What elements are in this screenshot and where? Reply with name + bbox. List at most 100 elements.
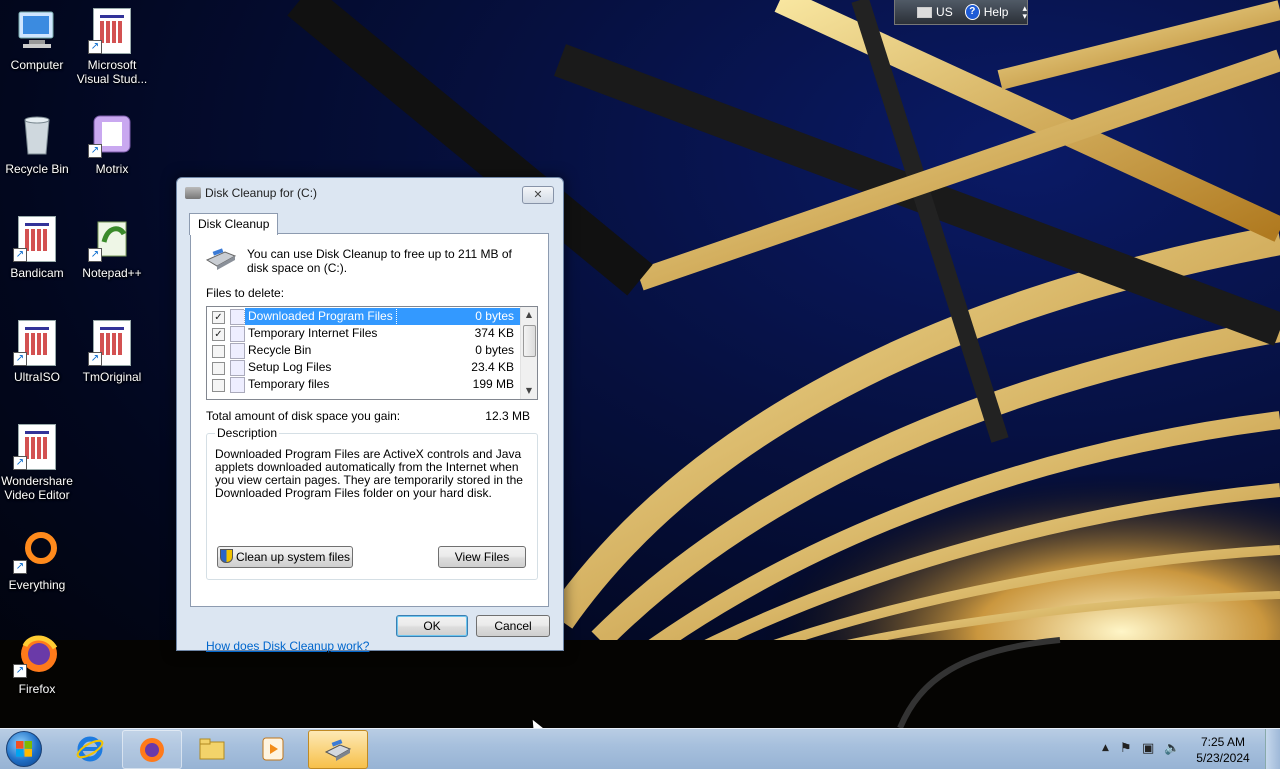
taskbar-internet-explorer[interactable] xyxy=(61,730,119,767)
file-category-name: Temporary Internet Files xyxy=(248,326,378,340)
file-category-size: 374 KB xyxy=(474,326,514,340)
scroll-up-icon[interactable]: ▲ xyxy=(521,307,537,323)
clean-up-system-files-button[interactable]: Clean up system files xyxy=(217,546,353,568)
desktop-icon-bandicam[interactable]: ↗ Bandicam xyxy=(0,216,74,280)
files-to-delete-list[interactable]: ✓ Downloaded Program Files 0 bytes ✓ Tem… xyxy=(206,306,538,400)
document-shortcut-icon: ↗ xyxy=(13,424,59,470)
scroll-thumb[interactable] xyxy=(523,325,536,357)
disk-cleanup-icon xyxy=(185,187,201,199)
list-item[interactable]: ✓ Downloaded Program Files 0 bytes xyxy=(207,307,520,326)
internet-files-icon xyxy=(230,326,245,342)
network-icon[interactable]: ▣ xyxy=(1142,741,1154,756)
show-hidden-icons-icon[interactable]: ▲ xyxy=(1102,743,1109,753)
dialog-titlebar[interactable]: Disk Cleanup for (C:) xyxy=(177,178,563,208)
desktop-icon-computer[interactable]: Computer xyxy=(0,8,74,72)
intro-text: You can use Disk Cleanup to free up to 2… xyxy=(247,247,512,275)
desktop-icon-visual-studio[interactable]: ↗ Microsoft Visual Stud... xyxy=(75,8,149,86)
desktop-icon-label: Bandicam xyxy=(10,266,64,280)
desktop-icon-tmoriginal[interactable]: ↗ TmOriginal xyxy=(75,320,149,384)
desktop-icon-label: Notepad++ xyxy=(82,266,142,280)
file-category-size: 199 MB xyxy=(472,377,514,391)
language-bar-help[interactable]: Help xyxy=(984,5,1009,19)
file-checkbox[interactable] xyxy=(212,362,225,375)
firefox-icon: ↗ xyxy=(13,632,59,678)
file-checkbox[interactable] xyxy=(212,379,225,392)
notepad-plus-plus-icon: ↗ xyxy=(88,216,134,262)
file-checkbox[interactable]: ✓ xyxy=(212,328,225,341)
file-icon xyxy=(230,360,245,376)
list-scrollbar[interactable]: ▲ ▼ xyxy=(520,307,537,399)
desktop-icon-label: Computer xyxy=(10,58,64,72)
uac-shield-icon xyxy=(219,549,233,563)
desktop-icon-recycle-bin[interactable]: Recycle Bin xyxy=(0,112,74,176)
desktop-icon-label: Recycle Bin xyxy=(5,162,69,176)
total-gain-value: 12.3 MB xyxy=(485,409,530,423)
system-tray: ▲ ⚑ ▣ 🔈 7:25 AM 5/23/2024 xyxy=(1090,729,1280,769)
clock-time: 7:25 AM xyxy=(1200,735,1246,749)
ok-button[interactable]: OK xyxy=(396,615,468,637)
close-button[interactable]: ✕ xyxy=(522,186,554,204)
description-legend: Description xyxy=(215,426,280,440)
keyboard-icon xyxy=(917,6,933,18)
desktop-icon-motrix[interactable]: ↗ Motrix xyxy=(75,112,149,176)
media-player-icon xyxy=(262,737,284,761)
recycle-bin-icon xyxy=(230,343,245,359)
tab-disk-cleanup[interactable]: Disk Cleanup xyxy=(189,213,279,235)
file-category-size: 0 bytes xyxy=(475,343,514,357)
desktop-icon-label: Firefox xyxy=(18,682,56,696)
recycle-bin-icon xyxy=(15,112,59,156)
file-checkbox[interactable]: ✓ xyxy=(212,311,225,324)
help-icon[interactable]: ? xyxy=(964,4,980,20)
view-files-button[interactable]: View Files xyxy=(438,546,526,568)
language-indicator[interactable]: US xyxy=(936,5,953,19)
show-desktop-button[interactable] xyxy=(1265,729,1280,769)
desktop-icon-everything[interactable]: ↗ Everything xyxy=(0,528,74,592)
desktop-icon-label: Microsoft Visual Stud... xyxy=(76,58,148,86)
dialog-title: Disk Cleanup for (C:) xyxy=(205,186,318,200)
file-category-size: 0 bytes xyxy=(475,309,514,323)
scroll-down-icon[interactable]: ▼ xyxy=(521,383,537,399)
disk-cleanup-icon xyxy=(324,739,352,761)
language-bar-options-icon[interactable]: ▴ ▾ xyxy=(1022,4,1027,21)
list-item[interactable]: Temporary files 199 MB xyxy=(207,376,520,393)
total-gain-label: Total amount of disk space you gain: xyxy=(206,409,401,423)
file-category-name: Temporary files xyxy=(248,377,330,391)
desktop-icon-wondershare[interactable]: ↗ Wondershare Video Editor xyxy=(0,424,74,502)
help-link[interactable]: How does Disk Cleanup work? xyxy=(206,639,369,653)
internet-explorer-icon xyxy=(76,736,104,762)
clock-date: 5/23/2024 xyxy=(1196,751,1250,765)
firefox-icon xyxy=(140,738,164,762)
taskbar-firefox[interactable] xyxy=(122,730,182,769)
description-text: Downloaded Program Files are ActiveX con… xyxy=(215,447,523,500)
file-icon xyxy=(230,377,245,393)
list-item[interactable]: ✓ Temporary Internet Files 374 KB xyxy=(207,325,520,342)
cancel-button[interactable]: Cancel xyxy=(476,615,550,637)
document-shortcut-icon: ↗ xyxy=(13,216,59,262)
language-bar[interactable]: US ? Help ▴ ▾ xyxy=(894,0,1028,25)
volume-icon[interactable]: 🔈 xyxy=(1164,741,1180,756)
tray-clock[interactable]: 7:25 AM 5/23/2024 xyxy=(1188,734,1258,766)
taskbar-file-explorer[interactable] xyxy=(183,730,241,767)
description-group: Description Downloaded Program Files are… xyxy=(206,426,538,580)
computer-icon xyxy=(15,8,59,52)
desktop-icon-label: Wondershare Video Editor xyxy=(1,474,73,502)
file-category-size: 23.4 KB xyxy=(471,360,514,374)
desktop-icon-label: UltraISO xyxy=(13,370,60,384)
start-button[interactable] xyxy=(6,731,46,767)
files-to-delete-label: Files to delete: xyxy=(206,286,285,300)
taskbar: ▲ ⚑ ▣ 🔈 7:25 AM 5/23/2024 xyxy=(0,728,1280,769)
taskbar-media-player[interactable] xyxy=(244,730,302,767)
desktop-icon-ultraiso[interactable]: ↗ UltraISO xyxy=(0,320,74,384)
file-category-name: Setup Log Files xyxy=(248,360,332,374)
document-shortcut-icon: ↗ xyxy=(88,320,134,366)
action-center-flag-icon[interactable]: ⚑ xyxy=(1120,741,1132,756)
everything-icon: ↗ xyxy=(13,528,59,574)
list-item[interactable]: Setup Log Files 23.4 KB xyxy=(207,359,520,376)
desktop-icon-notepad-plus-plus[interactable]: ↗ Notepad++ xyxy=(75,216,149,280)
taskbar-disk-cleanup[interactable] xyxy=(308,730,368,769)
desktop-icon-label: Motrix xyxy=(95,162,129,176)
tab-panel: You can use Disk Cleanup to free up to 2… xyxy=(190,233,549,653)
desktop-icon-firefox[interactable]: ↗ Firefox xyxy=(0,632,74,696)
list-item[interactable]: Recycle Bin 0 bytes xyxy=(207,342,520,359)
file-checkbox[interactable] xyxy=(212,345,225,358)
